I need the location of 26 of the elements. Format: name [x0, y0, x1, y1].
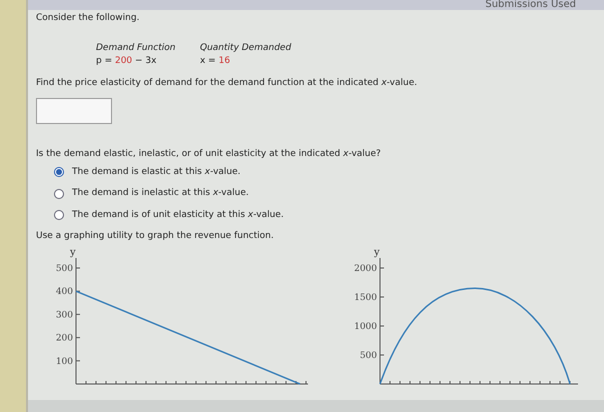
option-label[interactable]: The demand is elastic at this x-value. — [72, 166, 241, 179]
tick-label: 200 — [56, 333, 73, 344]
instruction-text: Use a graphing utility to graph the revenue function. — [36, 230, 275, 243]
tick-label: 2000 — [354, 264, 377, 274]
radio-button[interactable] — [54, 188, 64, 199]
tick-label: 500 — [56, 264, 73, 274]
tick-label: 1500 — [354, 292, 377, 302]
formula-text: x = 16 — [200, 55, 232, 68]
option-label[interactable]: The demand is of unit elasticity at this x-value. — [72, 208, 284, 222]
radio-button[interactable] — [54, 167, 64, 178]
column-header: Quantity Demanded — [200, 42, 292, 54]
answer-field[interactable] — [36, 98, 112, 124]
question-text: Is the demand elastic, inelastic, or of unit elasticity at the indicated x-value? — [36, 148, 382, 161]
option-label[interactable]: The demand is inelastic at this x-value. — [72, 187, 249, 200]
tick-label: 500 — [360, 350, 377, 360]
tick-label: 300 — [56, 310, 73, 320]
intro-text: Consider the following. — [36, 12, 140, 25]
radio-button[interactable] — [54, 210, 64, 220]
tick-label: 400 — [56, 286, 73, 297]
tick-label: 1000 — [354, 322, 377, 332]
axis-label: y — [374, 246, 380, 258]
formula-text: p = 200 − 3x — [96, 55, 158, 68]
tick-label: 100 — [56, 356, 73, 366]
question-text: Find the price elasticity of demand for the demand function at the indicated x-value. — [36, 76, 418, 90]
axis-label: y — [70, 246, 76, 258]
column-header: Demand Function — [96, 42, 176, 54]
